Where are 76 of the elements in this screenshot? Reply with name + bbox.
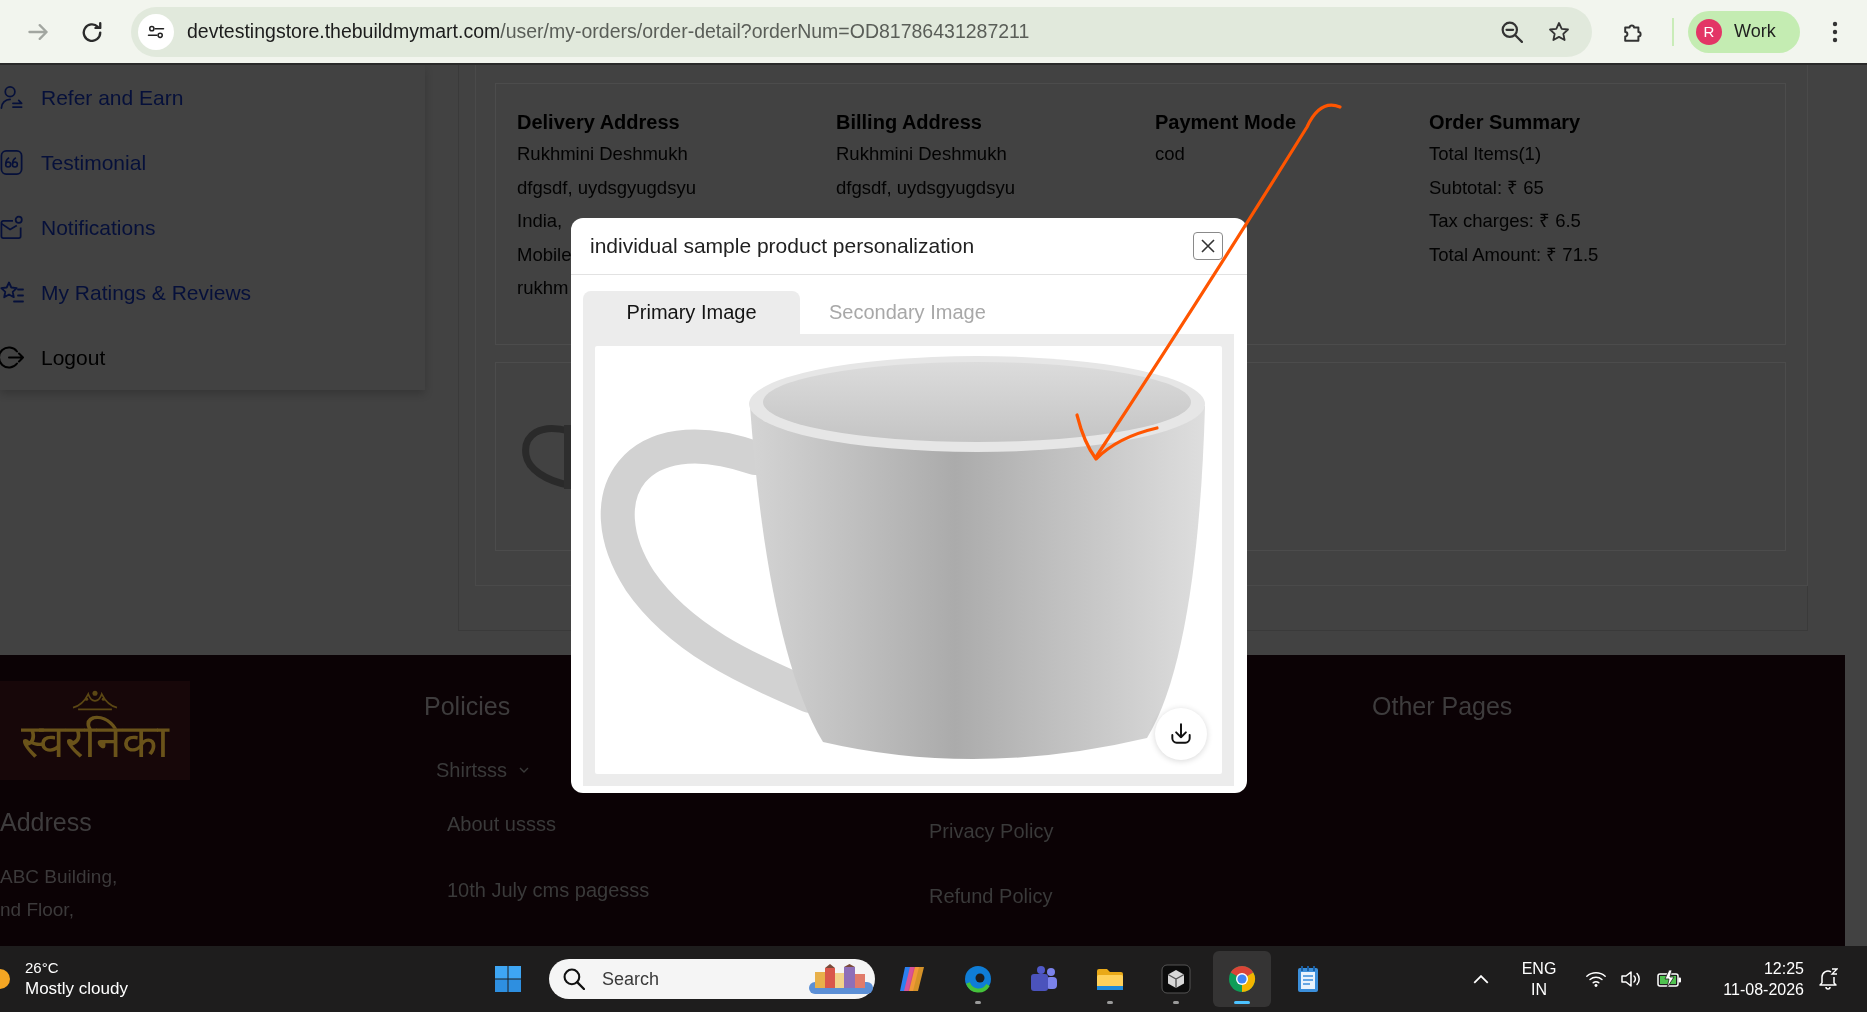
close-button[interactable]	[1193, 232, 1223, 260]
image-tab[interactable]: Secondary Image	[800, 291, 1015, 334]
logout-icon	[0, 345, 24, 370]
menu-icon[interactable]	[1832, 20, 1838, 43]
edge-icon	[963, 964, 993, 994]
profile-button[interactable]: R Work	[1688, 10, 1800, 53]
address-text: ABC Building,	[0, 865, 118, 889]
close-icon	[1201, 239, 1215, 253]
footer-heading: Address	[0, 807, 92, 837]
buildings-icon	[809, 964, 873, 994]
footer-link[interactable]: Privacy Policy	[929, 816, 1054, 846]
sidebar-item[interactable]: Logout	[0, 325, 425, 390]
sidebar-item[interactable]: Notifications	[0, 195, 425, 260]
quote-icon	[0, 150, 24, 175]
search-bar[interactable]: Search	[549, 959, 875, 999]
weather-condition[interactable]: Mostly cloudy	[25, 978, 128, 1000]
bookmark-star-icon[interactable]	[1548, 20, 1570, 43]
dialog-title: individual sample product personalization	[590, 234, 975, 258]
logo-text: स्वरनिका	[21, 714, 169, 769]
brand-logo[interactable]: स्वरनिका	[0, 681, 190, 780]
caret-icon	[519, 767, 530, 773]
weather-icon[interactable]	[0, 967, 12, 991]
site-settings-icon[interactable]	[138, 13, 174, 50]
column-heading: Billing Address	[836, 110, 982, 134]
column-heading: Order Summary	[1429, 110, 1581, 134]
detail-text: Rukhmini Deshmukh	[836, 142, 1007, 166]
people-icon	[1029, 964, 1059, 994]
sidebar-item[interactable]: Refer and Earn	[0, 65, 425, 130]
chrome-icon	[1227, 964, 1257, 994]
speaker-icon[interactable]	[1621, 970, 1642, 988]
detail-text: dfgsdf, uydsgyugdsyu	[517, 175, 696, 200]
star-list-icon	[0, 280, 24, 305]
taskbar-app-button[interactable]	[1213, 951, 1271, 1007]
zoom-out-icon[interactable]	[1501, 20, 1523, 43]
detail-text: Total Items(1)	[1429, 142, 1542, 166]
footer-heading: Other Pages	[1372, 691, 1513, 721]
detail-text: Rukhmini Deshmukh	[517, 142, 688, 166]
address-bar[interactable]: devtestingstore.thebuildmymart.com/user/my-orders/order-detail?orderNum=OD81786431287211	[131, 6, 1592, 57]
battery-charging-icon[interactable]	[1657, 969, 1682, 989]
image-tab[interactable]: Primary Image	[583, 291, 800, 334]
user-arrows-icon	[0, 85, 24, 110]
download-icon	[1168, 721, 1194, 747]
detail-text: Subtotal: ₹ 65	[1429, 175, 1544, 200]
search-icon	[563, 968, 585, 990]
footer-link[interactable]: Refund Policy	[929, 881, 1053, 911]
detail-text: rukhm	[517, 276, 569, 301]
footer-heading: Policies	[424, 691, 511, 721]
footer-link[interactable]: 10th July cms pagesss	[424, 875, 650, 905]
envelope-dot-icon	[0, 215, 24, 240]
start-icon[interactable]	[493, 964, 523, 994]
footer-link[interactable]: Shirtsss	[424, 755, 530, 785]
column-heading: Delivery Address	[517, 110, 680, 134]
detail-text: dfgsdf, uydsgyugdsyu	[836, 175, 1015, 200]
language-indicator[interactable]: ENG IN	[1519, 958, 1559, 1000]
footer-link[interactable]: About ussss	[424, 809, 556, 839]
detail-text: India,	[517, 209, 563, 234]
notification-bell-icon[interactable]	[1818, 968, 1838, 990]
address-text: nd Floor,	[0, 898, 74, 922]
copilot-icon	[897, 964, 927, 994]
weather-temperature[interactable]: 26°C	[25, 958, 128, 978]
download-button[interactable]	[1155, 708, 1207, 760]
clock[interactable]: 12:25 11-08-2026	[1708, 958, 1804, 1000]
detail-text: Mobile	[517, 242, 572, 267]
reload-icon[interactable]	[82, 21, 102, 42]
search-input[interactable]: Search	[602, 968, 809, 990]
detail-text: Tax charges: ₹ 6.5	[1429, 209, 1581, 234]
sidebar-item[interactable]: My Ratings & Reviews	[0, 260, 425, 325]
detail-text: cod	[1155, 142, 1185, 166]
url-text[interactable]: devtestingstore.thebuildmymart.com/user/my-orders/order-detail?orderNum=OD81786431287211	[187, 20, 1030, 43]
chevron-up-icon[interactable]	[1473, 974, 1489, 984]
column-heading: Payment Mode	[1155, 110, 1297, 134]
sidebar-item[interactable]: Testimonial	[0, 130, 425, 195]
wifi-icon[interactable]	[1585, 970, 1607, 988]
detail-text: Total Amount: ₹ 71.5	[1429, 242, 1599, 267]
profile-avatar: R	[1696, 18, 1722, 45]
cube-icon	[1161, 964, 1191, 994]
